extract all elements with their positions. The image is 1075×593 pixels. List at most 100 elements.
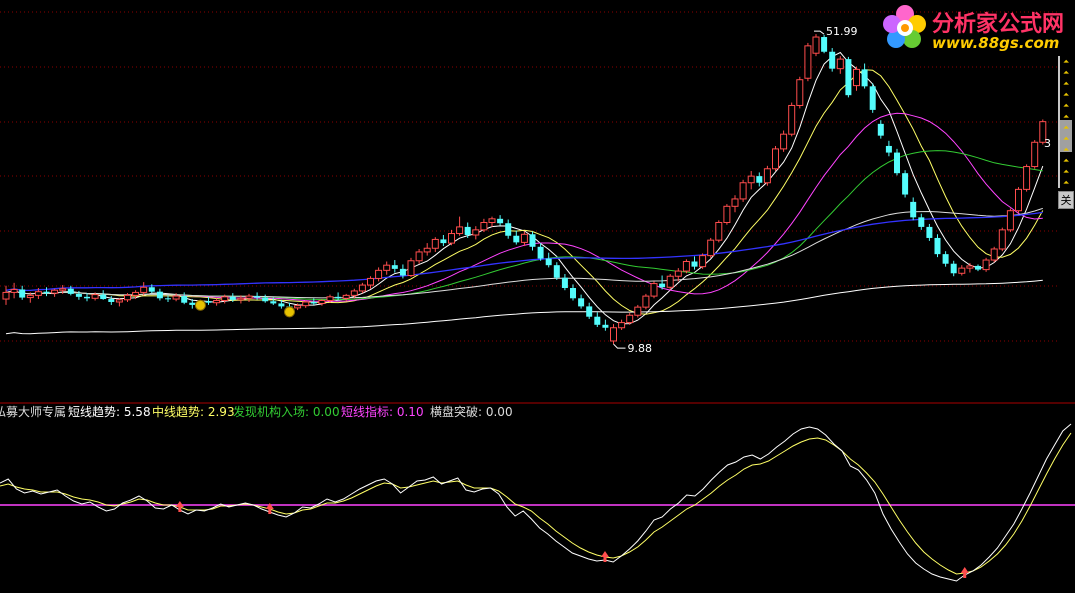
- candle-body-up: [1023, 166, 1031, 190]
- close-button[interactable]: 关: [1058, 191, 1074, 209]
- candle-body-down: [902, 173, 909, 195]
- candle-body-down: [910, 201, 917, 218]
- candle-body-down: [310, 301, 317, 304]
- candle-body-down: [156, 291, 163, 299]
- double-up-arrow-icon: ⏶: [1063, 57, 1070, 66]
- candle-body-down: [553, 265, 560, 278]
- candle-body-down: [691, 261, 698, 267]
- candle-body-down: [570, 288, 576, 299]
- candle-body-up: [415, 251, 423, 262]
- candle-body-up: [221, 296, 229, 302]
- candle-body-down: [19, 289, 26, 298]
- candle-body-down: [43, 291, 50, 294]
- candle-body-down: [950, 263, 957, 274]
- high-marker-line: [814, 30, 825, 35]
- candle-body-up: [34, 291, 42, 296]
- indicator-item: 横盘突破: 0.00: [430, 404, 513, 420]
- candle-body-down: [84, 296, 90, 299]
- candle-body-down: [529, 234, 536, 247]
- indicator-item-label: 短线指标:: [341, 405, 394, 419]
- double-up-arrow-icon: ⏶: [1063, 123, 1070, 132]
- candle-body-up: [318, 300, 326, 304]
- candle-body-up: [731, 198, 739, 207]
- candle-body-up: [26, 294, 34, 299]
- high-price-label: 51.99: [826, 25, 858, 38]
- candle-body-up: [2, 291, 10, 300]
- indicator-item-label: 发现机构入场:: [233, 405, 310, 419]
- candle-body-up: [747, 175, 755, 184]
- candle-body-down: [399, 268, 406, 276]
- candle-body-up: [642, 295, 650, 308]
- candle-body-up: [780, 133, 788, 150]
- candle-body-down: [756, 176, 763, 183]
- candle-body-up: [302, 301, 310, 307]
- candle-body-up: [982, 259, 990, 271]
- double-up-arrow-icon: ⏶: [1063, 68, 1070, 77]
- candle-body-down: [885, 145, 892, 153]
- partial-price-label: 3: [1044, 137, 1051, 150]
- candle-body-up: [998, 229, 1006, 250]
- candle-body-down: [513, 235, 520, 243]
- indicator-item-value: 5.58: [120, 405, 151, 419]
- candle-body-up: [423, 247, 431, 253]
- candle-body-up: [610, 327, 617, 342]
- candle-body-down: [602, 324, 609, 328]
- double-up-arrow-icon: ⏶: [1063, 112, 1070, 121]
- candle-body-up: [618, 322, 626, 329]
- logo-url-text: www.88gs.com: [932, 34, 1060, 52]
- candle-body-up: [342, 294, 350, 299]
- fast-trend-line: [0, 423, 1072, 582]
- candle-body-down: [869, 86, 876, 110]
- candle-body-up: [358, 284, 366, 292]
- candle-body-down: [537, 246, 544, 259]
- candle-body-down: [918, 217, 925, 227]
- indicator-name: 私募大师专属: [0, 405, 67, 419]
- ma-line-250: [5, 279, 1043, 335]
- candle-body-up: [853, 68, 860, 87]
- ma-line-120: [5, 211, 1043, 292]
- indicator-item: 发现机构入场: 0.00: [233, 404, 340, 420]
- candle-body-down: [561, 277, 568, 288]
- indicator-item-value: 0.00: [482, 405, 513, 419]
- candle-body-up: [383, 264, 391, 271]
- candle-body-up: [739, 182, 747, 200]
- candle-body-down: [108, 299, 115, 302]
- candle-body-up: [707, 239, 715, 257]
- candle-body-down: [505, 223, 512, 236]
- ma-line-20: [5, 112, 1043, 302]
- candle-body-down: [894, 152, 900, 174]
- double-up-arrow-icon: ⏶: [1063, 178, 1070, 187]
- candle-body-up: [626, 314, 634, 324]
- candle-body-up: [966, 265, 974, 269]
- coin-icon: [194, 299, 206, 311]
- candle-body-up: [456, 226, 464, 235]
- candle-body-up: [1015, 188, 1022, 212]
- ma-line-30: [5, 150, 1043, 301]
- indicator-item-label: 短线趋势:: [68, 405, 121, 419]
- candle-body-down: [877, 123, 884, 136]
- candle-body-down: [821, 37, 828, 52]
- candle-body-down: [165, 298, 171, 300]
- candle-body-up: [772, 148, 779, 170]
- candle-body-down: [67, 288, 74, 294]
- candle-body-down: [942, 254, 949, 264]
- candle-body-up: [367, 277, 374, 286]
- double-up-arrow-icon: ⏶: [1063, 167, 1070, 176]
- candle-body-up: [634, 306, 642, 316]
- candle-body-down: [829, 51, 836, 69]
- candle-body-up: [59, 288, 67, 291]
- candle-body-up: [488, 218, 496, 223]
- candle-body-down: [75, 293, 82, 297]
- coin-icon: [284, 306, 295, 318]
- ma-line-10: [5, 69, 1044, 315]
- candle-body-up: [350, 290, 358, 296]
- candle-body-down: [594, 316, 601, 325]
- candle-body-down: [975, 265, 981, 270]
- candle-body-up: [431, 238, 439, 249]
- candle-body-down: [181, 296, 188, 303]
- candle-body-up: [699, 255, 707, 268]
- candle-body-down: [229, 296, 236, 300]
- low-marker-line: [613, 343, 626, 349]
- candle-body-down: [278, 303, 285, 307]
- candle-body-down: [659, 283, 666, 288]
